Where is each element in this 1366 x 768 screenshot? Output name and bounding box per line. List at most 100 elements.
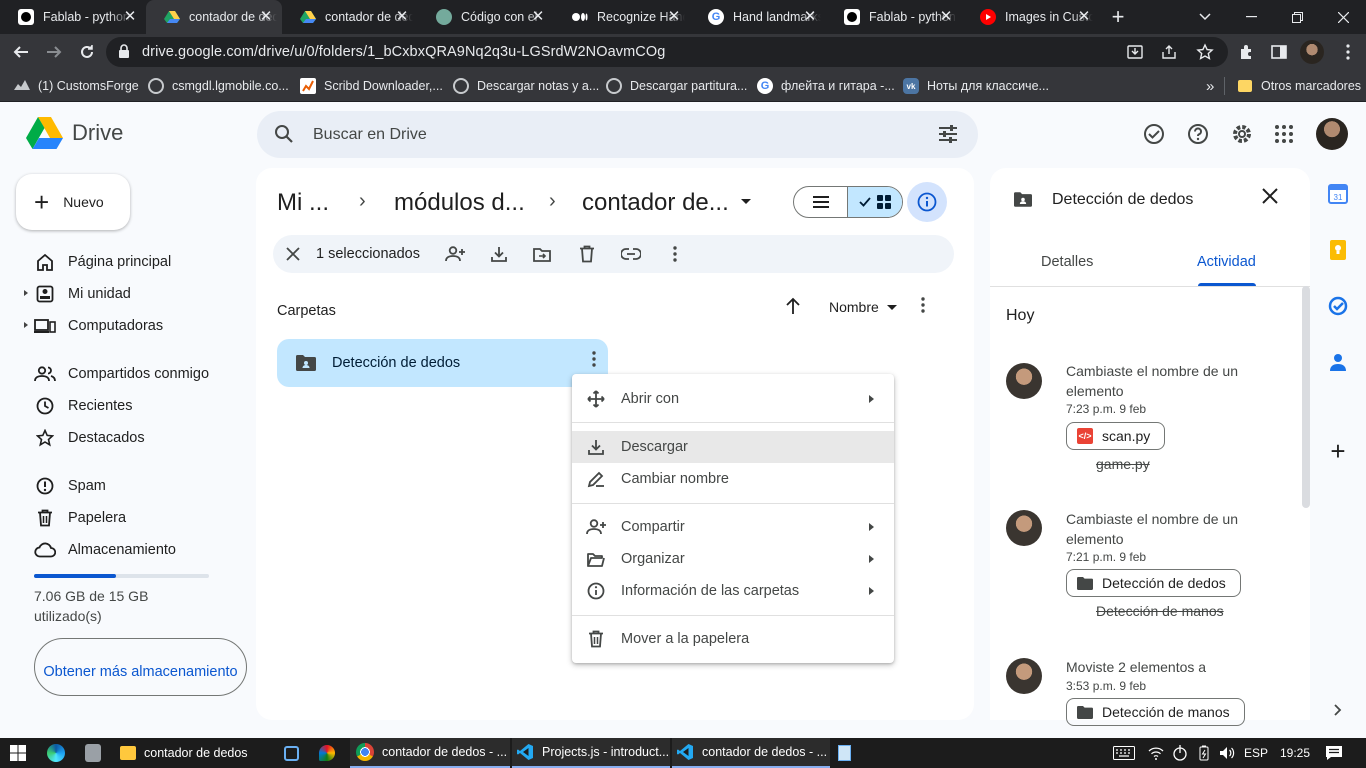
breadcrumb-modulos[interactable]: módulos d... xyxy=(394,189,525,217)
back-button[interactable] xyxy=(9,40,33,64)
help-icon[interactable] xyxy=(1186,122,1210,146)
more-bookmarks-button[interactable]: » xyxy=(1206,77,1214,95)
folder-dropdown-caret-icon[interactable] xyxy=(741,199,751,204)
tab-contador-de-dedos-2[interactable]: contador de dedos ✕ xyxy=(282,0,418,34)
sidebar-item-trash[interactable]: Papelera xyxy=(24,502,244,534)
sidebar-item-storage[interactable]: Almacenamiento xyxy=(24,534,244,566)
bookmark-descargar-notas[interactable]: Descargar notas y a... xyxy=(453,77,599,95)
tab-recognize-hand[interactable]: Recognize Hand ✕ xyxy=(554,0,690,34)
sidebar-item-home[interactable]: Página principal xyxy=(24,246,244,278)
tab-codigo-con-el[interactable]: Código con el ✕ xyxy=(418,0,554,34)
close-tab-icon[interactable]: ✕ xyxy=(802,9,818,25)
wifi-icon[interactable] xyxy=(1148,745,1164,761)
bookmark-descargar-partitura[interactable]: Descargar partitura... xyxy=(606,77,747,95)
clear-selection-icon[interactable] xyxy=(281,242,305,266)
search-filter-icon[interactable] xyxy=(938,124,958,144)
volume-icon[interactable] xyxy=(1219,745,1235,761)
hide-side-panel-icon[interactable] xyxy=(1326,698,1350,722)
close-tab-icon[interactable]: ✕ xyxy=(938,9,954,25)
close-tab-icon[interactable]: ✕ xyxy=(666,9,682,25)
install-app-icon[interactable] xyxy=(1126,43,1144,61)
taskbar-notepad[interactable] xyxy=(838,738,859,768)
folder-more-icon[interactable] xyxy=(592,351,596,367)
sort-by-name-button[interactable]: Nombre xyxy=(829,299,897,315)
address-bar[interactable]: drive.google.com/drive/u/0/folders/1_bCx… xyxy=(106,37,1228,67)
menu-item-move-to-trash[interactable]: Mover a la papelera xyxy=(572,623,894,655)
get-more-storage-button[interactable]: Obtener más almacenamiento xyxy=(34,638,247,696)
taskbar-capture[interactable] xyxy=(284,738,307,768)
settings-gear-icon[interactable] xyxy=(1230,122,1254,146)
taskbar-edge[interactable] xyxy=(47,738,73,768)
restore-button[interactable] xyxy=(1274,0,1320,34)
taskbar-vscode-projects[interactable]: Projects.js - introduct... xyxy=(512,738,670,768)
close-tab-icon[interactable]: ✕ xyxy=(530,9,546,25)
keyboard-icon[interactable] xyxy=(1112,745,1136,761)
tasks-icon[interactable] xyxy=(1326,294,1350,318)
copy-link-icon[interactable] xyxy=(619,242,643,266)
battery-saver-icon[interactable] xyxy=(1172,745,1188,761)
activity-folder-chip[interactable]: Detección de dedos xyxy=(1066,569,1241,597)
more-options-icon[interactable] xyxy=(921,297,925,313)
tab-hand-landmarks[interactable]: G Hand landmarks ✕ xyxy=(690,0,826,34)
list-view-button[interactable] xyxy=(794,187,847,217)
tab-details[interactable]: Detalles xyxy=(1041,254,1093,270)
contacts-icon[interactable] xyxy=(1326,350,1350,374)
more-actions-icon[interactable] xyxy=(663,242,687,266)
drive-logo[interactable]: Drive xyxy=(26,116,123,149)
taskbar-paint[interactable] xyxy=(319,738,343,768)
tab-fablab-python-1[interactable]: Fablab - python ✕ xyxy=(0,0,146,34)
grid-view-button[interactable] xyxy=(847,187,902,217)
extensions-button[interactable] xyxy=(1235,40,1259,64)
bookmark-star-icon[interactable] xyxy=(1196,43,1214,61)
search-icon[interactable] xyxy=(274,124,294,144)
close-details-icon[interactable] xyxy=(1262,188,1278,204)
apps-grid-icon[interactable] xyxy=(1272,122,1296,146)
taskbar-file-explorer[interactable]: contador de dedos xyxy=(120,738,278,768)
start-button[interactable] xyxy=(10,738,26,768)
add-addon-plus-icon[interactable]: + xyxy=(1326,436,1350,466)
taskbar-storage-app[interactable] xyxy=(85,738,109,768)
taskbar-chrome[interactable]: contador de dedos - ... xyxy=(350,738,510,768)
close-tab-icon[interactable]: ✕ xyxy=(122,9,138,25)
close-tab-icon[interactable]: ✕ xyxy=(258,9,274,25)
clock[interactable]: 19:25 xyxy=(1280,745,1310,761)
reload-button[interactable] xyxy=(75,40,99,64)
taskbar-vscode-contador[interactable]: contador de dedos - ... xyxy=(672,738,830,768)
sidebar-item-recent[interactable]: Recientes xyxy=(24,390,244,422)
profile-avatar[interactable] xyxy=(1300,40,1324,64)
activity-file-chip[interactable]: </> scan.py xyxy=(1066,422,1166,450)
other-bookmarks[interactable]: Otros marcadores xyxy=(1238,77,1361,95)
close-window-button[interactable] xyxy=(1320,0,1366,34)
sidebar-item-my-drive[interactable]: Mi unidad xyxy=(24,278,244,310)
tab-contador-de-dedos-active[interactable]: contador de dedos ✕ xyxy=(146,0,282,34)
trash-icon[interactable] xyxy=(575,242,599,266)
notifications-icon[interactable] xyxy=(1324,745,1344,761)
close-tab-icon[interactable]: ✕ xyxy=(394,9,410,25)
new-button[interactable]: + Nuevo xyxy=(16,174,130,230)
tab-images-in-custom[interactable]: Images in Custom ✕ xyxy=(962,0,1100,34)
expand-caret-icon[interactable] xyxy=(24,322,28,328)
minimize-button[interactable] xyxy=(1228,0,1274,34)
keep-icon[interactable] xyxy=(1326,238,1350,262)
tab-activity[interactable]: Actividad xyxy=(1197,254,1256,270)
bookmark-noty[interactable]: vk Ноты для классиче... xyxy=(903,77,1049,95)
close-tab-icon[interactable]: ✕ xyxy=(1076,9,1092,25)
sort-direction-icon[interactable] xyxy=(785,297,801,315)
bookmark-csmgdl[interactable]: csmgdl.lgmobile.co... xyxy=(148,77,289,95)
menu-item-organize[interactable]: Organizar xyxy=(572,543,894,575)
breadcrumb-my-drive[interactable]: Mi ... xyxy=(277,189,329,217)
add-person-icon[interactable] xyxy=(443,242,467,266)
menu-item-folder-info[interactable]: Información de las carpetas xyxy=(572,575,894,607)
forward-button[interactable] xyxy=(42,40,66,64)
menu-item-rename[interactable]: Cambiar nombre xyxy=(572,463,894,495)
search-input[interactable] xyxy=(313,111,873,158)
share-page-icon[interactable] xyxy=(1160,43,1178,61)
details-scrollbar[interactable] xyxy=(1302,286,1310,508)
menu-item-open-with[interactable]: Abrir con xyxy=(572,383,894,415)
account-avatar[interactable] xyxy=(1316,118,1348,150)
menu-item-download[interactable]: Descargar xyxy=(572,431,894,463)
sidebar-item-computers[interactable]: Computadoras xyxy=(24,310,244,342)
folder-card-selected[interactable]: Detección de dedos xyxy=(277,339,608,387)
bookmark-customsforge[interactable]: (1) CustomsForge xyxy=(14,77,139,95)
expand-caret-icon[interactable] xyxy=(24,290,28,296)
